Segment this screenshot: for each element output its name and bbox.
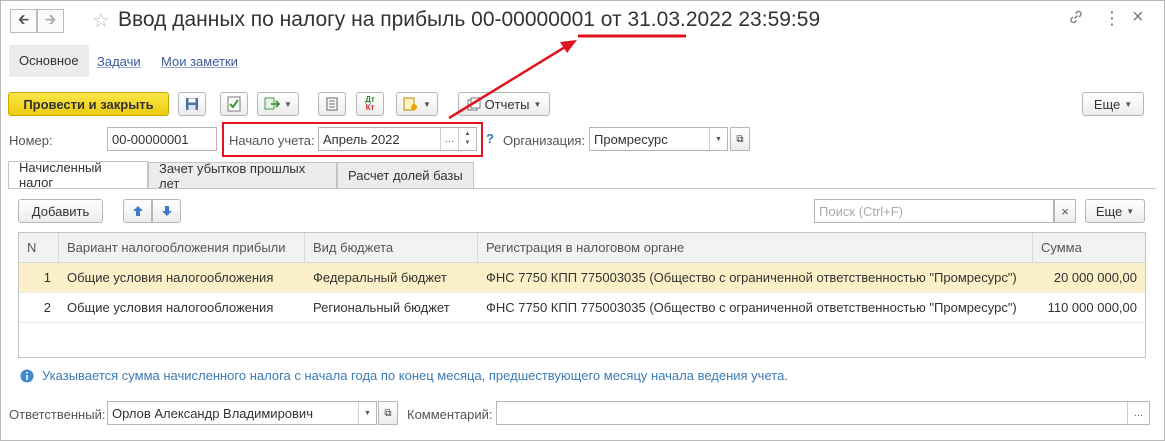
page-title: Ввод данных по налогу на прибыль 00-0000… — [118, 8, 821, 31]
reports-icon — [467, 97, 481, 111]
add-button[interactable]: Добавить — [18, 199, 103, 223]
tax-table[interactable]: N Вариант налогообложения прибыли Вид бю… — [18, 232, 1146, 358]
print-doc-button[interactable] — [318, 92, 346, 116]
back-button[interactable]: 🡰 — [10, 9, 37, 33]
cell-sum: 20 000 000,00 — [1053, 270, 1137, 285]
section-main[interactable]: Основное — [9, 45, 89, 77]
responsible-field[interactable]: Орлов Александр Владимирович ▼ — [107, 401, 377, 425]
forward-button[interactable]: 🡲 — [37, 9, 64, 33]
arrow-left-icon: 🡰 — [17, 11, 30, 27]
col-sum[interactable]: Сумма — [1033, 233, 1145, 262]
help-icon[interactable]: ? — [486, 131, 494, 146]
comment-field[interactable]: … — [496, 401, 1150, 425]
floppy-disk-icon — [186, 98, 198, 110]
col-n[interactable]: N — [19, 233, 59, 262]
cell-variant: Общие условия налогообложения — [67, 300, 274, 315]
section-tasks[interactable]: Задачи — [97, 54, 141, 69]
reports-button[interactable]: Отчеты ▼ — [458, 92, 550, 116]
chevron-down-icon: ▼ — [284, 99, 292, 109]
table-row[interactable]: 1 Общие условия налогообложения Федераль… — [19, 263, 1145, 293]
table-more-button[interactable]: Еще ▼ — [1085, 199, 1145, 223]
document-list-icon — [326, 97, 338, 111]
organization-field[interactable]: Промресурс ▼ — [589, 127, 728, 151]
clear-search-button[interactable]: × — [1054, 199, 1076, 223]
more-menu-icon[interactable]: ⋮ — [1103, 8, 1121, 29]
ellipsis-icon[interactable]: … — [1127, 402, 1149, 424]
arrow-up-icon — [132, 206, 143, 216]
info-text: Указывается сумма начисленного налога с … — [42, 368, 788, 383]
table-row[interactable]: 2 Общие условия налогообложения Регионал… — [19, 293, 1145, 323]
arrow-down-icon — [161, 206, 172, 216]
create-based-on-button[interactable]: ▼ — [257, 92, 299, 116]
tab-loss-offset[interactable]: Зачет убытков прошлых лет — [148, 161, 337, 191]
cell-variant: Общие условия налогообложения — [67, 270, 274, 285]
comment-label: Комментарий: — [407, 407, 493, 422]
post-document-icon — [227, 96, 241, 112]
debit-credit-icon: Дт Кт — [365, 95, 375, 112]
chevron-down-icon: ▼ — [423, 99, 431, 109]
open-window-icon: ⧉ — [384, 407, 392, 419]
table-more-label: Еще — [1095, 203, 1123, 219]
col-variant[interactable]: Вариант налогообложения прибыли — [59, 233, 305, 262]
clip-document-icon — [403, 97, 418, 111]
chevron-down-icon: ▼ — [1124, 99, 1133, 109]
clear-icon: × — [1061, 203, 1069, 219]
reports-label: Отчеты — [484, 96, 530, 112]
cell-budget: Федеральный бюджет — [313, 270, 447, 285]
col-budget[interactable]: Вид бюджета — [305, 233, 478, 262]
cell-n: 1 — [43, 270, 51, 285]
start-period-value: Апрель 2022 — [323, 131, 400, 147]
link-icon[interactable] — [1068, 9, 1084, 30]
post-and-close-button[interactable]: Провести и закрыть — [8, 92, 169, 116]
chevron-down-icon[interactable]: ▼ — [709, 128, 727, 150]
cell-registration: ФНС 7750 КПП 775003035 (Общество с огран… — [486, 300, 1017, 315]
attachments-button[interactable]: ▼ — [396, 92, 438, 116]
section-notes[interactable]: Мои заметки — [161, 54, 238, 69]
cell-sum: 110 000 000,00 — [1047, 300, 1137, 315]
create-based-on-icon — [264, 97, 281, 110]
responsible-value: Орлов Александр Владимирович — [112, 405, 313, 421]
cell-budget: Региональный бюджет — [313, 300, 450, 315]
col-registration[interactable]: Регистрация в налоговом органе — [478, 233, 1033, 262]
post-button[interactable] — [220, 92, 248, 116]
open-responsible-button[interactable]: ⧉ — [378, 401, 398, 425]
info-hint: Указывается сумма начисленного налога с … — [20, 368, 788, 383]
chevron-down-icon: ▼ — [1126, 206, 1135, 216]
table-header: N Вариант налогообложения прибыли Вид бю… — [19, 233, 1145, 263]
number-label: Номер: — [9, 133, 53, 148]
debit-credit-button[interactable]: Дт Кт — [356, 92, 384, 116]
info-icon — [20, 369, 34, 382]
responsible-label: Ответственный: — [9, 407, 106, 422]
ellipsis-icon[interactable]: … — [440, 128, 458, 150]
favorite-star-icon[interactable]: ☆ — [92, 8, 110, 33]
open-window-icon: ⧉ — [736, 133, 744, 145]
tab-accrued-tax[interactable]: Начисленный налог — [8, 160, 148, 190]
move-down-button[interactable] — [152, 199, 181, 223]
arrow-right-icon: 🡲 — [44, 11, 57, 27]
move-up-button[interactable] — [123, 199, 152, 223]
start-label: Начало учета: — [229, 133, 315, 148]
save-button[interactable] — [178, 92, 206, 116]
more-button[interactable]: Еще ▼ — [1082, 92, 1144, 116]
close-icon[interactable]: × — [1132, 6, 1144, 29]
org-label: Организация: — [503, 133, 586, 148]
cell-n: 2 — [43, 300, 51, 315]
more-label: Еще — [1093, 96, 1121, 112]
chevron-down-icon[interactable]: ▼ — [358, 402, 376, 424]
number-field[interactable]: 00-00000001 — [107, 127, 217, 151]
start-period-field[interactable]: Апрель 2022 … ▲ ▼ — [318, 127, 477, 151]
tab-base-share[interactable]: Расчет долей базы — [337, 162, 474, 188]
open-organization-button[interactable]: ⧉ — [730, 127, 750, 151]
chevron-down-icon: ▼ — [533, 99, 542, 109]
spinner-icon[interactable]: ▲ ▼ — [458, 128, 476, 150]
cell-registration: ФНС 7750 КПП 775003035 (Общество с огран… — [486, 270, 1017, 285]
organization-value: Промресурс — [594, 131, 668, 147]
search-input[interactable]: Поиск (Ctrl+F) — [814, 199, 1054, 223]
